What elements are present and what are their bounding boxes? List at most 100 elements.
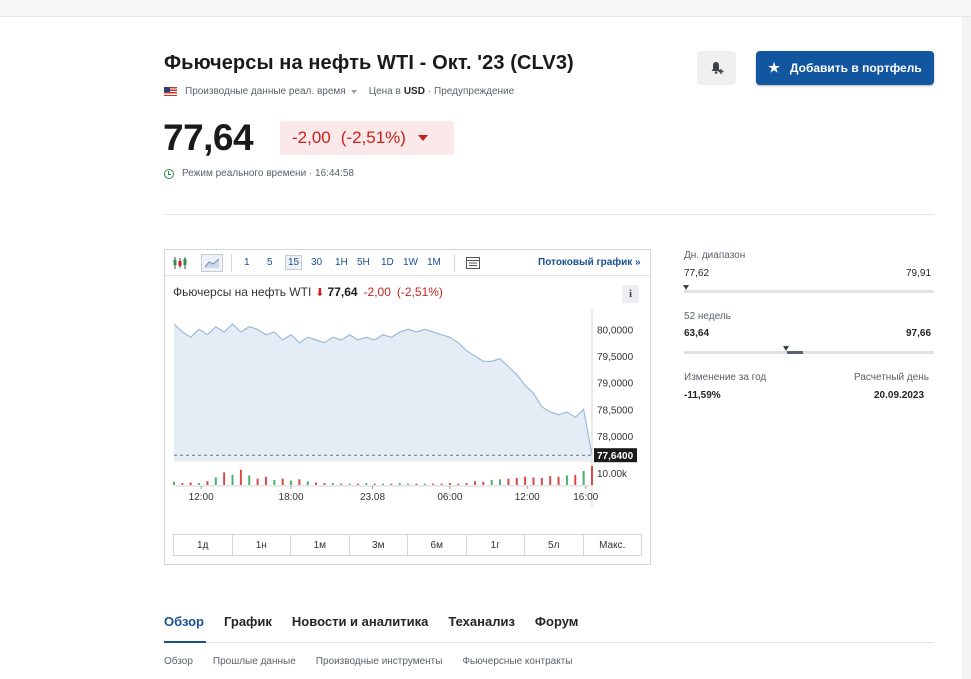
down-arrow-icon: [417, 135, 428, 141]
y-tick-label: 78,0000: [597, 432, 634, 443]
period-5y[interactable]: 5л: [525, 535, 584, 555]
toolbar-separator: [454, 254, 455, 272]
period-max[interactable]: Макс.: [584, 535, 642, 555]
volume-tick-label: 10.00k: [597, 469, 628, 480]
chevron-down-icon[interactable]: [350, 89, 357, 94]
timeframe-30[interactable]: 30: [311, 257, 322, 268]
timeframe-1d[interactable]: 1D: [381, 257, 394, 268]
volume-bar: [490, 479, 493, 485]
tab-forum[interactable]: Форум: [535, 614, 578, 629]
disclaimer-link[interactable]: · Предупреждение: [428, 86, 514, 97]
price-chart[interactable]: Investing.com77,640080,000079,500079,000…: [165, 310, 650, 506]
star-icon: ★: [768, 60, 780, 75]
day-high: 79,91: [906, 268, 932, 279]
price-change-value: -2,00: [292, 128, 331, 147]
tab-technical[interactable]: Теханализ: [448, 614, 515, 629]
timeframe-1m[interactable]: 1M: [427, 257, 441, 268]
volume-bar: [373, 483, 376, 485]
realtime-label: Режим реального времени · 16:44:58: [182, 168, 354, 179]
volume-bar: [415, 483, 418, 485]
period-1w[interactable]: 1н: [233, 535, 291, 555]
x-tick-label: 12:00: [189, 492, 214, 503]
streaming-chart-link[interactable]: Потоковый график »: [538, 257, 641, 268]
week52-low: 63,64: [684, 328, 710, 339]
volume-bar: [407, 483, 410, 485]
x-tick-label: 06:00: [437, 492, 462, 503]
realtime-status: Режим реального времени · 16:44:58: [164, 168, 354, 179]
y-tick-label: 80,0000: [597, 325, 634, 336]
timeframe-15[interactable]: 15: [285, 255, 303, 270]
volume-bar: [315, 482, 318, 485]
volume-bar: [440, 483, 443, 485]
volume-bar: [298, 479, 301, 485]
volume-bar: [557, 476, 560, 485]
volume-bar: [398, 483, 401, 485]
period-3m[interactable]: 3м: [350, 535, 408, 555]
period-1y[interactable]: 1г: [467, 535, 525, 555]
volume-bar: [323, 483, 326, 485]
subtab-derivatives[interactable]: Производные инструменты: [316, 656, 443, 667]
volume-bar: [549, 476, 552, 485]
subtab-futures[interactable]: Фьючерсные контракты: [462, 656, 572, 667]
volume-bar: [189, 482, 192, 485]
tab-chart[interactable]: График: [224, 614, 272, 629]
volume-bar: [524, 476, 527, 485]
add-to-portfolio-button[interactable]: ★ Добавить в портфель: [756, 51, 934, 85]
chart-price: 77,64: [327, 285, 358, 299]
chart-change-percent: (-2,51%): [396, 285, 443, 299]
scrollbar-track[interactable]: [962, 17, 971, 679]
subtab-historical[interactable]: Прошлые данные: [213, 656, 296, 667]
year-change-label: Изменение за год: [684, 372, 767, 383]
volume-bar: [591, 466, 593, 485]
day-low: 77,62: [684, 268, 710, 279]
x-tick-label: 16:00: [573, 492, 598, 503]
volume-bar: [457, 483, 460, 485]
last-price: 77,64: [163, 117, 254, 158]
settlement-date: 20.09.2023: [874, 390, 925, 401]
add-to-portfolio-label: Добавить в портфель: [789, 61, 922, 75]
timeframe-1[interactable]: 1: [244, 257, 250, 268]
volume-bar: [515, 478, 518, 485]
week52-high: 97,66: [906, 328, 932, 339]
volume-bar: [264, 476, 267, 485]
volume-bar: [256, 478, 259, 485]
area-chart-icon[interactable]: [201, 254, 223, 272]
volume-bar: [331, 483, 334, 485]
week52-range-bar: [684, 351, 934, 354]
volume-bar: [473, 481, 476, 485]
price-change-percent: (-2,51%): [340, 128, 406, 147]
toolbar-separator: [231, 254, 232, 272]
period-1m[interactable]: 1м: [291, 535, 350, 555]
data-source-dropdown[interactable]: Производные данные реал. время: [185, 86, 346, 97]
timeframe-1w[interactable]: 1W: [403, 257, 418, 268]
bell-plus-icon: [711, 62, 723, 74]
volume-bar: [356, 483, 359, 485]
week52-label: 52 недель: [684, 311, 731, 322]
day-range-marker: [683, 285, 689, 290]
volume-bar: [206, 481, 209, 485]
chart-widget: 1 5 15 30 1H 5H 1D 1W 1M Потоковый графи…: [164, 249, 651, 565]
clock-icon: [164, 168, 174, 179]
period-6m[interactable]: 6м: [408, 535, 467, 555]
volume-bar: [306, 481, 309, 485]
period-1d[interactable]: 1д: [174, 535, 233, 555]
timeframe-1h[interactable]: 1H: [335, 257, 348, 268]
timeframe-5h[interactable]: 5H: [357, 257, 370, 268]
create-alert-button[interactable]: [697, 51, 736, 85]
week52-range-fill: [786, 351, 803, 354]
subtab-overview[interactable]: Обзор: [164, 656, 193, 667]
table-view-icon[interactable]: [462, 254, 484, 272]
volume-bar: [214, 477, 217, 485]
tab-news[interactable]: Новости и аналитика: [292, 614, 428, 629]
volume-bar: [198, 483, 201, 485]
chart-change: -2,00: [363, 285, 391, 299]
info-icon[interactable]: i: [622, 285, 639, 303]
volume-bar: [281, 478, 284, 485]
volume-bar: [465, 483, 468, 485]
volume-bar: [231, 474, 234, 485]
volume-bar: [365, 483, 368, 485]
candlestick-icon[interactable]: [169, 254, 191, 272]
tab-overview[interactable]: Обзор: [164, 614, 204, 629]
volume-bar: [574, 474, 577, 485]
timeframe-5[interactable]: 5: [267, 257, 273, 268]
